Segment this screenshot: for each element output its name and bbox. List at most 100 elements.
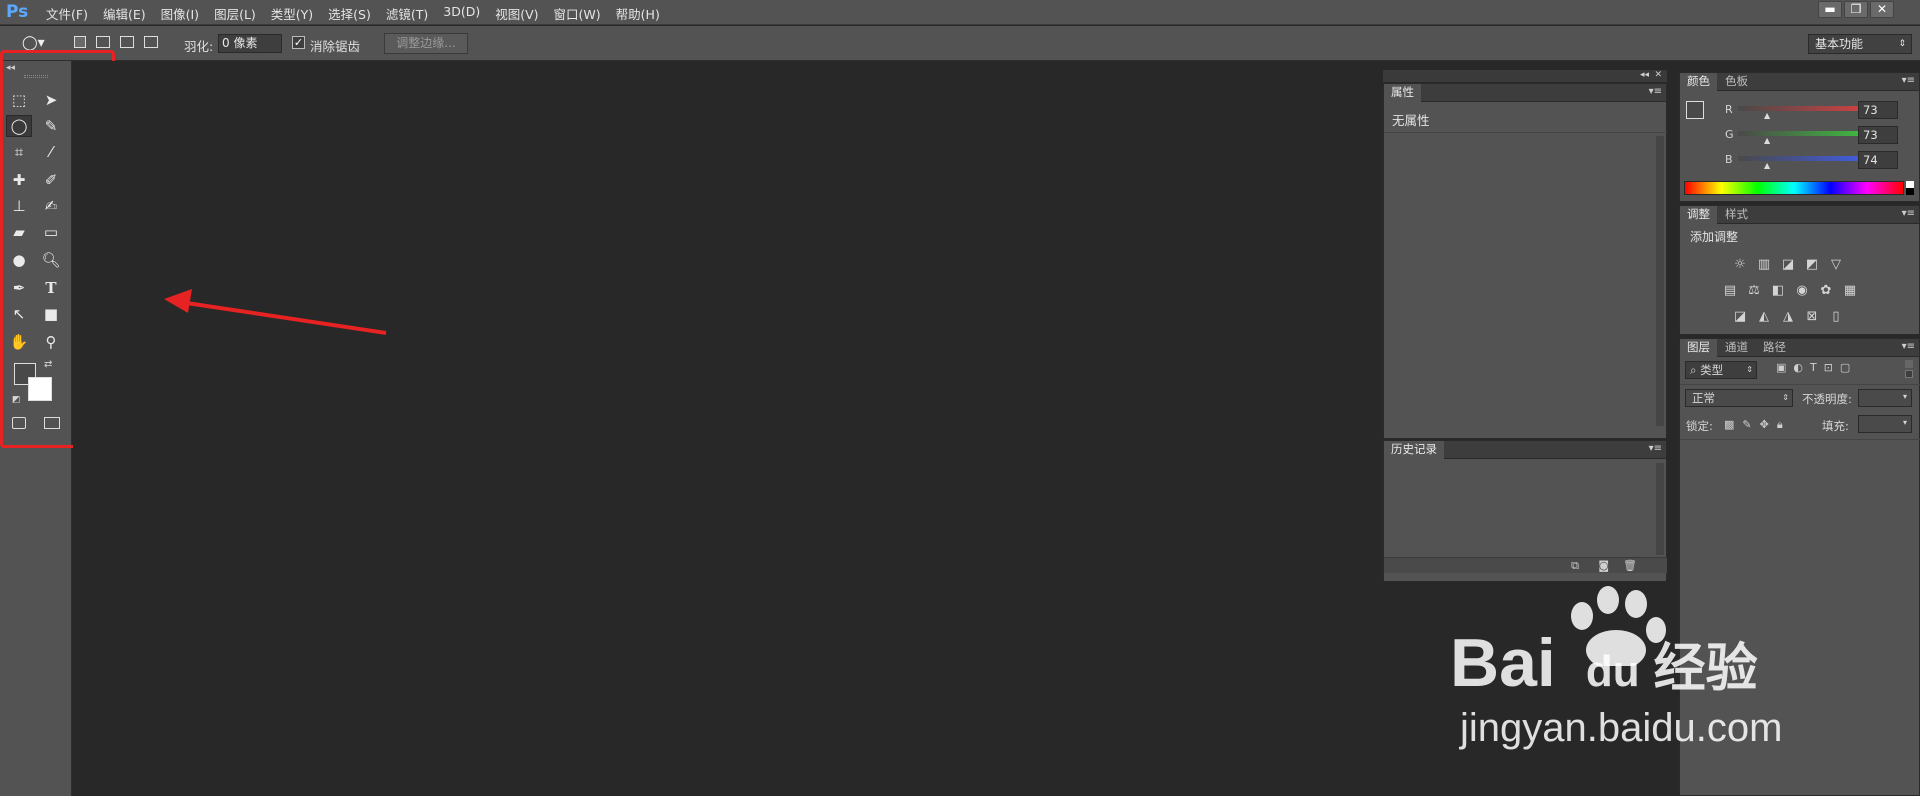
brush-tool-icon[interactable]: ✐ — [38, 169, 64, 191]
menu-file[interactable]: 文件(F) — [46, 4, 88, 23]
feather-input[interactable]: 0 像素 — [218, 34, 282, 53]
tab-paths[interactable]: 路径 — [1756, 339, 1793, 357]
swap-colors-icon[interactable]: ⇄ — [44, 359, 52, 370]
selective-color-icon[interactable]: ⊠ — [1804, 310, 1820, 324]
eraser-tool-icon[interactable]: ▰ — [6, 221, 32, 243]
exposure-icon[interactable]: ◩ — [1804, 258, 1820, 272]
eyedropper-tool-icon[interactable]: ⁄ — [38, 141, 64, 163]
menu-type[interactable]: 类型(Y) — [271, 4, 313, 23]
channel-g-input[interactable]: 73 — [1858, 126, 1898, 144]
tab-history[interactable]: 历史记录 — [1384, 441, 1444, 459]
stamp-tool-icon[interactable]: ⊥ — [6, 195, 32, 217]
document-canvas[interactable] — [73, 61, 1377, 796]
grip-icon[interactable] — [24, 75, 48, 78]
history-scrollbar[interactable] — [1656, 463, 1664, 555]
channel-mixer-icon[interactable]: ✿ — [1818, 284, 1834, 298]
color-fg-swatch[interactable] — [1686, 101, 1704, 119]
refine-edge-button[interactable]: 调整边缘... — [384, 33, 468, 54]
menu-filter[interactable]: 滤镜(T) — [386, 4, 428, 23]
layer-filter-icons[interactable]: ▣◐T⊡▢ — [1776, 361, 1857, 374]
menu-select[interactable]: 选择(S) — [328, 4, 371, 23]
marquee-tool-icon[interactable]: ⬚ — [6, 89, 32, 111]
shape-tool-icon[interactable]: ■ — [38, 303, 64, 325]
zoom-tool-icon[interactable]: ⚲ — [38, 331, 64, 353]
tab-adjustments[interactable]: 调整 — [1680, 206, 1717, 224]
curves-icon[interactable]: ◪ — [1780, 258, 1796, 272]
restore-button[interactable]: ❐ — [1844, 1, 1868, 18]
subtract-selection-icon[interactable] — [120, 36, 134, 48]
panel-menu-icon[interactable]: ▾≡ — [1902, 75, 1915, 86]
color-spectrum-bar[interactable] — [1684, 181, 1904, 195]
vibrance-icon[interactable]: ▽ — [1828, 258, 1844, 272]
menu-3d[interactable]: 3D(D) — [443, 4, 480, 23]
color-lookup-icon[interactable]: ▦ — [1842, 284, 1858, 298]
brightness-icon[interactable]: ☼ — [1732, 258, 1748, 272]
workspace-select[interactable]: 基本功能 ⇕ — [1808, 34, 1912, 54]
quick-mask-icon[interactable] — [12, 417, 26, 429]
fill-input[interactable]: ▾ — [1858, 415, 1912, 433]
gradient-tool-icon[interactable]: ▭ — [38, 221, 64, 243]
crop-tool-icon[interactable]: ⌗ — [6, 141, 32, 163]
dodge-tool-icon[interactable]: 🔍︎ — [38, 249, 64, 271]
slider-thumb-icon[interactable]: ▲ — [1764, 136, 1770, 145]
layer-filter-select[interactable]: ⌕ 类型 ⇕ — [1685, 361, 1757, 379]
intersect-selection-icon[interactable] — [144, 36, 158, 48]
collapse-icon[interactable]: ◂◂ — [6, 63, 15, 73]
menu-image[interactable]: 图像(I) — [161, 4, 199, 23]
menu-view[interactable]: 视图(V) — [495, 4, 538, 23]
hue-saturation-icon[interactable]: ▤ — [1722, 284, 1738, 298]
antialias-checkbox[interactable]: ✓ — [292, 36, 305, 49]
menu-window[interactable]: 窗口(W) — [554, 4, 601, 23]
camera-icon[interactable]: ◙ — [1598, 559, 1609, 572]
move-tool-icon[interactable]: ➤ — [38, 89, 64, 111]
screen-mode-icon[interactable] — [44, 417, 60, 429]
tab-styles[interactable]: 样式 — [1718, 206, 1755, 224]
menu-layer[interactable]: 图层(L) — [214, 4, 256, 23]
background-color-swatch[interactable] — [28, 377, 52, 401]
panel-menu-icon[interactable]: ▾≡ — [1649, 86, 1662, 97]
add-selection-icon[interactable] — [96, 36, 110, 48]
black-white-icon[interactable]: ◧ — [1770, 284, 1786, 298]
opacity-input[interactable]: ▾ — [1858, 389, 1912, 407]
close-icon[interactable]: ✕ — [1654, 70, 1662, 80]
properties-scrollbar[interactable] — [1656, 136, 1664, 426]
tab-swatches[interactable]: 色板 — [1718, 73, 1755, 91]
tab-layers[interactable]: 图层 — [1680, 339, 1717, 357]
quick-select-tool-icon[interactable]: ✎ — [38, 115, 64, 137]
channel-r-input[interactable]: 73 — [1858, 101, 1898, 119]
new-document-icon[interactable]: ⧉ — [1571, 559, 1579, 573]
history-brush-icon[interactable]: ✍ — [38, 195, 64, 217]
healing-brush-icon[interactable]: ✚ — [6, 169, 32, 191]
panel-menu-icon[interactable]: ▾≡ — [1649, 443, 1662, 454]
minimize-button[interactable]: ▬ — [1818, 1, 1842, 18]
slider-thumb-icon[interactable]: ▲ — [1764, 111, 1770, 120]
slider-thumb-icon[interactable]: ▲ — [1764, 161, 1770, 170]
blur-tool-icon[interactable]: ● — [6, 249, 32, 271]
posterize-icon[interactable]: ◭ — [1756, 310, 1772, 324]
invert-icon[interactable]: ◪ — [1732, 310, 1748, 324]
lock-icons[interactable]: ▩✎✥🔒︎ — [1724, 418, 1791, 432]
menu-edit[interactable]: 编辑(E) — [103, 4, 146, 23]
menu-help[interactable]: 帮助(H) — [616, 4, 660, 23]
gradient-map-icon[interactable]: ▯ — [1828, 310, 1844, 324]
path-select-icon[interactable]: ↖ — [6, 303, 32, 325]
blend-mode-select[interactable]: 正常 ⇕ — [1685, 389, 1793, 407]
collapse-icon[interactable]: ◂◂ — [1640, 70, 1649, 80]
lasso-preset-icon[interactable]: ◯▾ — [22, 35, 56, 51]
channel-b-input[interactable]: 74 — [1858, 151, 1898, 169]
default-colors-icon[interactable]: ◩ — [12, 395, 21, 405]
hand-tool-icon[interactable]: ✋ — [6, 331, 32, 353]
pen-tool-icon[interactable]: ✒ — [6, 277, 32, 299]
tab-color[interactable]: 颜色 — [1680, 73, 1717, 91]
trash-icon[interactable]: 🗑︎ — [1623, 559, 1637, 572]
lasso-tool-icon[interactable]: ◯ — [6, 115, 32, 137]
type-tool-icon[interactable]: T — [38, 277, 64, 299]
panel-menu-icon[interactable]: ▾≡ — [1902, 208, 1915, 219]
levels-icon[interactable]: ▥ — [1756, 258, 1772, 272]
new-selection-icon[interactable] — [74, 36, 86, 48]
filter-toggle[interactable] — [1902, 359, 1916, 381]
tab-properties[interactable]: 属性 — [1384, 84, 1421, 102]
color-balance-icon[interactable]: ⚖ — [1746, 284, 1762, 298]
panel-menu-icon[interactable]: ▾≡ — [1902, 341, 1915, 352]
close-button[interactable]: ✕ — [1870, 1, 1894, 18]
